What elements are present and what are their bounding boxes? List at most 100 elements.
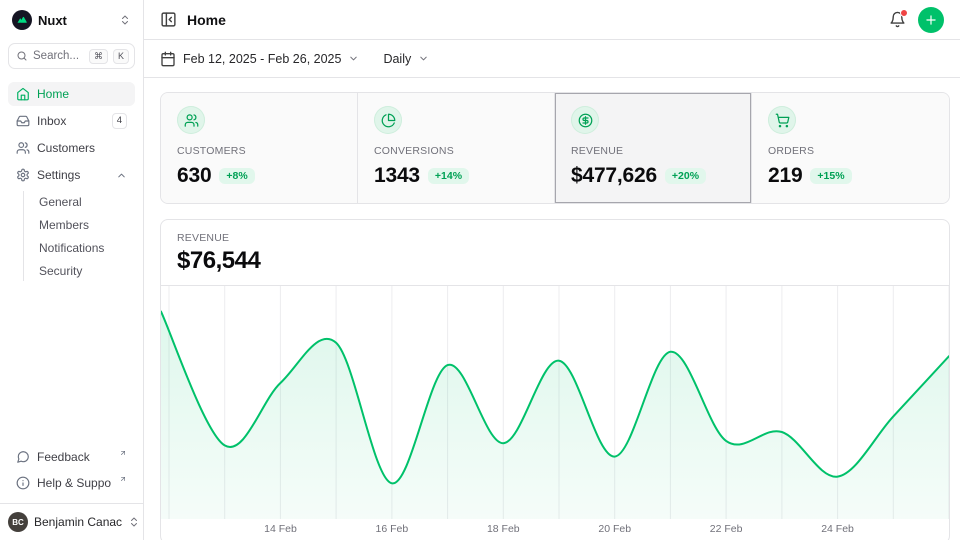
x-tick-label: 20 Feb: [598, 523, 631, 535]
sidebar-subitem-notifications[interactable]: Notifications: [33, 237, 135, 258]
sidebar-link-label: Feedback: [37, 450, 111, 464]
kbd-k: K: [113, 49, 129, 64]
calendar-icon: [160, 51, 176, 67]
inbox-count-badge: 4: [112, 113, 127, 128]
info-icon: [16, 476, 30, 490]
workspace-name: Nuxt: [38, 13, 113, 28]
pie-chart-icon: [381, 113, 396, 128]
page-content: CUSTOMERS 630 +8% CONVERSIONS 1343+14% REVENU…: [144, 78, 960, 540]
chevron-down-icon: [348, 53, 359, 64]
sidebar-subitem-security[interactable]: Security: [33, 260, 135, 281]
chevrons-up-down-icon: [128, 516, 140, 528]
sidebar-item-label: Settings: [37, 168, 109, 182]
chart-value: $76,544: [177, 247, 933, 275]
sidebar-subitem-general[interactable]: General: [33, 191, 135, 212]
sidebar-item-home[interactable]: Home: [8, 82, 135, 106]
sidebar-spacer: [0, 283, 143, 441]
add-button[interactable]: [918, 7, 944, 33]
x-tick-label: 14 Feb: [264, 523, 297, 535]
date-range-label: Feb 12, 2025 - Feb 26, 2025: [183, 52, 341, 66]
sidebar: Nuxt Search... ⌘ K Home Inbox 4 Customers Se…: [0, 0, 144, 540]
revenue-area-chart: [161, 286, 949, 519]
stats-cards: CUSTOMERS 630 +8% CONVERSIONS 1343+14% REVENU…: [160, 92, 950, 204]
sidebar-footer-links: Feedback Help & Support: [0, 441, 143, 503]
workspace-switcher[interactable]: Nuxt: [0, 0, 143, 36]
stat-card-orders[interactable]: ORDERS 219+15%: [752, 93, 949, 203]
inbox-icon: [16, 114, 30, 128]
granularity-label: Daily: [383, 52, 411, 66]
avatar: BC: [8, 512, 28, 532]
search-placeholder: Search...: [33, 50, 84, 62]
plus-icon: [924, 13, 938, 27]
sidebar-link-feedback[interactable]: Feedback: [8, 445, 135, 469]
circle-dollar-icon: [578, 113, 593, 128]
kbd-cmd: ⌘: [89, 49, 108, 64]
stat-delta-badge: +15%: [810, 168, 851, 185]
chart-title: REVENUE: [177, 232, 933, 244]
house-icon: [16, 87, 30, 101]
x-tick-label: 24 Feb: [821, 523, 854, 535]
conversions-icon-circle: [374, 106, 402, 134]
sidebar-nav: Home Inbox 4 Customers Settings GeneralMember…: [0, 76, 143, 283]
main-area: Home Feb 12, 2025 - Feb 26, 2025 Daily: [144, 0, 960, 540]
settings-subnav: GeneralMembersNotificationsSecurity: [23, 191, 135, 281]
filters-toolbar: Feb 12, 2025 - Feb 26, 2025 Daily: [144, 40, 960, 78]
header-actions: [889, 7, 944, 33]
nuxt-logo-icon: [16, 14, 28, 26]
search-icon: [16, 50, 28, 62]
stat-value-row: 219+15%: [768, 164, 933, 188]
chevron-up-icon: [116, 170, 127, 181]
stat-value: $477,626: [571, 164, 657, 188]
nuxt-logo: [12, 10, 32, 30]
sidebar-item-label: Inbox: [37, 114, 105, 128]
stat-value-row: $477,626 +20%: [571, 164, 735, 188]
stat-card-revenue[interactable]: REVENUE $477,626 +20%: [555, 93, 752, 203]
search-input[interactable]: Search... ⌘ K: [8, 43, 135, 69]
stat-card-conversions[interactable]: CONVERSIONS 1343+14%: [358, 93, 555, 203]
chevron-down-icon: [418, 53, 429, 64]
stat-card-customers[interactable]: CUSTOMERS 630 +8%: [161, 93, 358, 203]
chevrons-up-down-icon: [119, 14, 131, 26]
revenue-chart-card: REVENUE $76,544 14 Feb 16 Feb 18 Feb 20 Feb…: [160, 219, 950, 540]
stat-delta-badge: +8%: [219, 168, 254, 185]
sidebar-item-settings[interactable]: Settings: [8, 163, 135, 187]
date-range-picker[interactable]: Feb 12, 2025 - Feb 26, 2025: [160, 51, 359, 67]
sidebar-subitem-members[interactable]: Members: [33, 214, 135, 235]
stat-value: 1343: [374, 164, 420, 188]
notification-dot: [900, 9, 908, 17]
chart-area-fill: [161, 312, 949, 519]
external-link-icon: [119, 449, 127, 457]
sidebar-item-label: Home: [37, 87, 127, 101]
user-menu[interactable]: BC Benjamin Canac: [0, 503, 143, 540]
page-header: Home: [144, 0, 960, 40]
x-tick-label: 22 Feb: [710, 523, 743, 535]
stat-value-row: 630 +8%: [177, 164, 341, 188]
stat-value-row: 1343+14%: [374, 164, 538, 188]
sidebar-link-label: Help & Support: [37, 476, 111, 490]
stat-value: 630: [177, 164, 211, 188]
sidebar-item-label: Customers: [37, 141, 127, 155]
stat-label: CONVERSIONS: [374, 145, 538, 157]
customers-icon-circle: [177, 106, 205, 134]
external-link-icon: [119, 475, 127, 483]
shopping-cart-icon: [775, 113, 790, 128]
sidebar-item-customers[interactable]: Customers: [8, 136, 135, 160]
sidebar-collapse-icon[interactable]: [160, 11, 177, 28]
stat-label: REVENUE: [571, 145, 735, 157]
stat-label: ORDERS: [768, 145, 933, 157]
stat-delta-badge: +20%: [665, 168, 706, 185]
users-icon: [184, 113, 199, 128]
sidebar-item-inbox[interactable]: Inbox 4: [8, 109, 135, 133]
chart-x-axis: 14 Feb 16 Feb 18 Feb 20 Feb 22 Feb 24 Feb: [161, 519, 949, 540]
granularity-select[interactable]: Daily: [383, 52, 429, 66]
revenue-chart-plot[interactable]: [161, 286, 949, 519]
stat-label: CUSTOMERS: [177, 145, 341, 157]
sidebar-link-help-support[interactable]: Help & Support: [8, 471, 135, 495]
x-tick-label: 16 Feb: [376, 523, 409, 535]
chart-header: REVENUE $76,544: [161, 220, 949, 286]
notifications-button[interactable]: [889, 11, 906, 28]
user-name: Benjamin Canac: [34, 515, 122, 529]
message-circle-icon: [16, 450, 30, 464]
x-tick-label: 18 Feb: [487, 523, 520, 535]
orders-icon-circle: [768, 106, 796, 134]
